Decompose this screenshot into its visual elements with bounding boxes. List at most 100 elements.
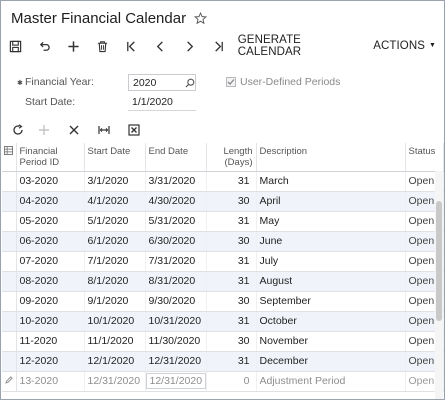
cell-period-id[interactable]: 09-2020 <box>16 291 85 312</box>
cell-end-date[interactable]: 9/30/2020 <box>145 291 207 312</box>
row-indicator[interactable] <box>2 191 17 212</box>
row-indicator[interactable] <box>2 211 17 232</box>
cell-start-date[interactable]: 4/1/2020 <box>84 191 146 212</box>
undo-button[interactable] <box>30 34 59 58</box>
table-row[interactable]: 12-2020 12/1/2020 12/31/2020 31 December Open <box>2 351 444 372</box>
table-row[interactable]: 10-2020 10/1/2020 10/31/2020 31 October Open <box>2 311 444 332</box>
cell-start-date[interactable]: 10/1/2020 <box>84 311 146 332</box>
row-indicator[interactable] <box>2 171 17 192</box>
table-row[interactable]: 04-2020 4/1/2020 4/30/2020 30 April Open <box>2 191 444 212</box>
table-row[interactable]: 09-2020 9/1/2020 9/30/2020 30 September Open <box>2 291 444 312</box>
row-indicator[interactable] <box>2 371 17 392</box>
column-header-length[interactable]: Length (Days) <box>206 143 257 172</box>
cell-start-date[interactable]: 11/1/2020 <box>84 331 146 352</box>
star-outline-icon[interactable] <box>194 11 208 25</box>
search-icon[interactable] <box>185 78 195 88</box>
cell-length[interactable]: 31 <box>206 211 257 232</box>
cell-start-date[interactable]: 8/1/2020 <box>84 271 146 292</box>
cell-period-id[interactable]: 08-2020 <box>16 271 85 292</box>
cell-period-id[interactable]: 03-2020 <box>16 171 85 192</box>
cell-length[interactable]: 30 <box>206 191 257 212</box>
row-indicator[interactable] <box>2 351 17 372</box>
cell-start-date[interactable]: 9/1/2020 <box>84 291 146 312</box>
row-indicator[interactable] <box>2 231 17 252</box>
cell-length[interactable]: 31 <box>206 351 257 372</box>
row-indicator[interactable] <box>2 291 17 312</box>
cell-description[interactable]: December <box>256 351 406 372</box>
cell-description[interactable]: March <box>256 171 406 192</box>
cell-period-id[interactable]: 13-2020 <box>16 371 85 392</box>
fit-columns-button[interactable] <box>89 119 119 141</box>
cell-description[interactable]: April <box>256 191 406 212</box>
table-row[interactable]: 06-2020 6/1/2020 6/30/2020 30 June Open <box>2 231 444 252</box>
cell-description[interactable]: May <box>256 211 406 232</box>
grid-add-row-button[interactable] <box>29 119 59 141</box>
row-indicator[interactable] <box>2 331 17 352</box>
cell-start-date[interactable]: 12/1/2020 <box>84 351 146 372</box>
export-excel-button[interactable] <box>119 119 149 141</box>
last-record-button[interactable] <box>204 34 233 58</box>
column-header-end-date[interactable]: End Date <box>145 143 207 172</box>
cell-description[interactable]: Adjustment Period <box>256 371 406 392</box>
cell-length[interactable]: 31 <box>206 171 257 192</box>
cell-end-date[interactable]: 8/31/2020 <box>145 271 207 292</box>
cell-period-id[interactable]: 10-2020 <box>16 311 85 332</box>
cell-period-id[interactable]: 12-2020 <box>16 351 85 372</box>
cell-length[interactable]: 0 <box>206 371 257 392</box>
cell-description[interactable]: November <box>256 331 406 352</box>
cell-end-date[interactable]: 5/31/2020 <box>145 211 207 232</box>
delete-button[interactable] <box>88 34 117 58</box>
cell-period-id[interactable]: 05-2020 <box>16 211 85 232</box>
first-record-button[interactable] <box>117 34 146 58</box>
cell-length[interactable]: 30 <box>206 331 257 352</box>
cell-description[interactable]: September <box>256 291 406 312</box>
cell-end-date[interactable]: 11/30/2020 <box>145 331 207 352</box>
cell-period-id[interactable]: 07-2020 <box>16 251 85 272</box>
column-header-start-date[interactable]: Start Date <box>84 143 146 172</box>
cell-end-date[interactable]: 12/31/2020 <box>145 371 207 392</box>
cell-length[interactable]: 31 <box>206 311 257 332</box>
cell-length[interactable]: 30 <box>206 291 257 312</box>
cell-length[interactable]: 31 <box>206 271 257 292</box>
generate-calendar-button[interactable]: GENERATE CALENDAR <box>233 34 368 58</box>
table-row[interactable]: 13-2020 12/31/2020 12/31/2020 0 Adjustment P… <box>2 371 444 392</box>
cell-start-date[interactable]: 6/1/2020 <box>84 231 146 252</box>
row-indicator[interactable] <box>2 311 17 332</box>
table-row[interactable]: 07-2020 7/1/2020 7/31/2020 31 July Open <box>2 251 444 272</box>
add-button[interactable] <box>59 34 88 58</box>
cell-end-date[interactable]: 7/31/2020 <box>145 251 207 272</box>
grid-settings-header[interactable] <box>2 143 17 172</box>
table-row[interactable]: 05-2020 5/1/2020 5/31/2020 31 May Open <box>2 211 444 232</box>
cell-description[interactable]: August <box>256 271 406 292</box>
cell-end-date[interactable]: 6/30/2020 <box>145 231 207 252</box>
table-row[interactable]: 03-2020 3/1/2020 3/31/2020 31 March Open <box>2 171 444 192</box>
cell-description[interactable]: July <box>256 251 406 272</box>
cell-end-date[interactable]: 4/30/2020 <box>145 191 207 212</box>
row-indicator[interactable] <box>2 251 17 272</box>
cell-end-date[interactable]: 3/31/2020 <box>145 171 207 192</box>
user-defined-periods-checkbox[interactable] <box>226 77 236 87</box>
cell-end-date[interactable]: 12/31/2020 <box>145 351 207 372</box>
cell-description[interactable]: June <box>256 231 406 252</box>
grid-delete-row-button[interactable] <box>59 119 89 141</box>
cell-start-date[interactable]: 5/1/2020 <box>84 211 146 232</box>
next-record-button[interactable] <box>175 34 204 58</box>
table-row[interactable]: 08-2020 8/1/2020 8/31/2020 31 August Open <box>2 271 444 292</box>
row-indicator[interactable] <box>2 271 17 292</box>
save-button[interactable] <box>1 34 30 58</box>
cell-period-id[interactable]: 04-2020 <box>16 191 85 212</box>
actions-menu-button[interactable]: ACTIONS ▼ <box>368 34 444 58</box>
refresh-button[interactable] <box>7 119 29 141</box>
previous-record-button[interactable] <box>146 34 175 58</box>
table-row[interactable]: 11-2020 11/1/2020 11/30/2020 30 November Open <box>2 331 444 352</box>
column-header-description[interactable]: Description <box>256 143 406 172</box>
column-header-period-id[interactable]: Financial Period ID <box>16 143 85 172</box>
cell-end-date[interactable]: 10/31/2020 <box>145 311 207 332</box>
cell-start-date[interactable]: 7/1/2020 <box>84 251 146 272</box>
cell-description[interactable]: October <box>256 311 406 332</box>
cell-period-id[interactable]: 11-2020 <box>16 331 85 352</box>
cell-period-id[interactable]: 06-2020 <box>16 231 85 252</box>
column-header-status[interactable]: Status <box>405 143 444 172</box>
cell-length[interactable]: 31 <box>206 251 257 272</box>
cell-start-date[interactable]: 12/31/2020 <box>84 371 146 392</box>
